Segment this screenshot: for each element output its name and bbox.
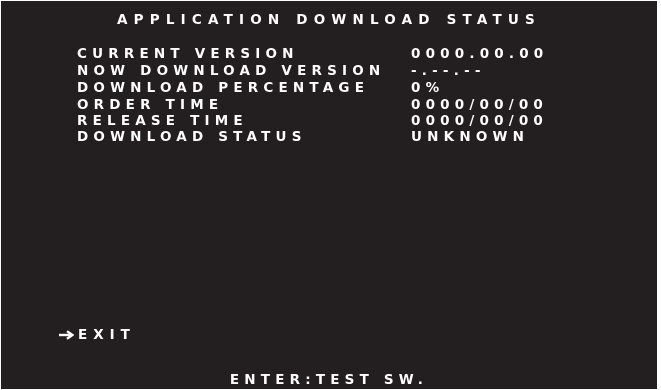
current-version-label: CURRENT VERSION — [77, 46, 299, 62]
download-percentage-value: 0% — [411, 80, 445, 96]
release-time-label: RELEASE TIME — [77, 113, 248, 129]
order-time-label: ORDER TIME — [77, 97, 224, 113]
download-status-label: DOWNLOAD STATUS — [77, 129, 307, 145]
right-arrow-icon — [59, 330, 74, 340]
current-version-value: 0000.00.00 — [411, 46, 549, 62]
now-download-version-value: -.--.-- — [411, 63, 486, 79]
now-download-version-label: NOW DOWNLOAD VERSION — [77, 63, 386, 79]
footer-instruction: ENTER:TEST SW. — [229, 372, 429, 388]
exit-menu-item[interactable]: EXIT — [58, 327, 136, 343]
download-percentage-label: DOWNLOAD PERCENTAGE — [77, 80, 370, 96]
status-screen: APPLICATION DOWNLOAD STATUS CURRENT VERS… — [1, 1, 657, 389]
release-time-value: 0000/00/00 — [411, 113, 549, 129]
order-time-value: 0000/00/00 — [411, 97, 549, 113]
download-status-value: UNKNOWN — [411, 129, 530, 145]
exit-label: EXIT — [78, 327, 136, 343]
page-title: APPLICATION DOWNLOAD STATUS — [117, 12, 541, 28]
